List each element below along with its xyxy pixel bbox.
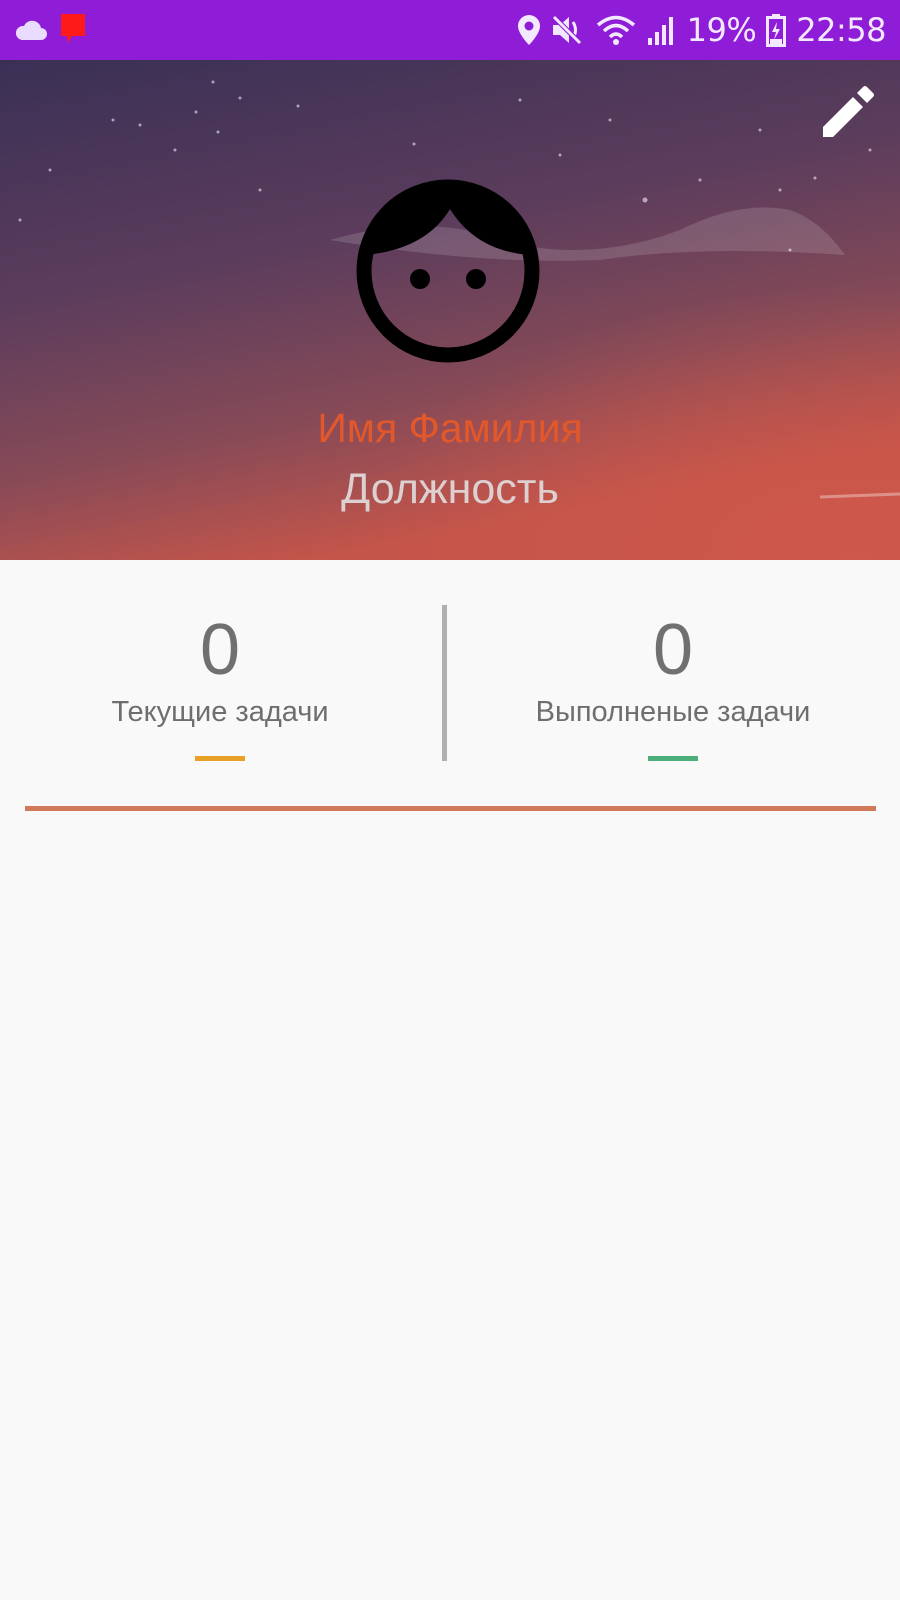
- profile-screen: 19% 22:58 Имя Фамилия Должность 0 Текущи…: [0, 0, 900, 1600]
- battery-percent: 19%: [686, 11, 757, 49]
- mute-icon: [550, 14, 585, 46]
- notification-flag-icon: [60, 13, 86, 47]
- completed-tasks-label: Выполненые задачи: [535, 696, 811, 728]
- completed-tasks-indicator: [648, 756, 698, 761]
- stats-divider: [442, 605, 447, 761]
- task-list-area: [0, 811, 900, 1600]
- status-bar: 19% 22:58: [0, 0, 900, 60]
- edit-profile-button[interactable]: [818, 82, 878, 142]
- current-tasks-indicator: [195, 756, 245, 761]
- task-stats: 0 Текущие задачи 0 Выполненые задачи: [0, 560, 900, 810]
- profile-name: Имя Фамилия: [317, 405, 583, 451]
- clock: 22:58: [796, 11, 886, 49]
- pencil-icon: [823, 86, 874, 137]
- current-tasks-count: 0: [199, 610, 241, 690]
- profile-position: Должность: [341, 465, 559, 513]
- wifi-icon: [595, 14, 637, 46]
- profile-header: Имя Фамилия Должность: [0, 60, 900, 560]
- face-icon: [356, 179, 540, 363]
- current-tasks-label: Текущие задачи: [111, 696, 329, 728]
- completed-tasks-stat[interactable]: 0 Выполненые задачи: [453, 610, 893, 761]
- status-left: [14, 13, 86, 47]
- avatar[interactable]: [352, 175, 544, 367]
- signal-icon: [647, 14, 677, 46]
- current-tasks-stat[interactable]: 0 Текущие задачи: [0, 610, 440, 761]
- location-icon: [517, 14, 541, 46]
- battery-charging-icon: [766, 13, 787, 47]
- cloud-icon: [14, 19, 48, 41]
- status-right: 19% 22:58: [517, 11, 886, 49]
- completed-tasks-count: 0: [652, 610, 694, 690]
